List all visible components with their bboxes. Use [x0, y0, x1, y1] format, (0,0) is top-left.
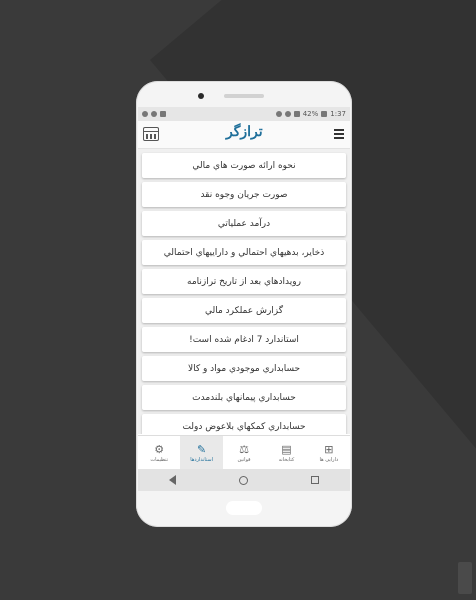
- physical-home-button[interactable]: [226, 501, 262, 515]
- tab-label: قوانین: [237, 457, 251, 463]
- tab-laws[interactable]: ⚖ قوانین: [223, 436, 265, 470]
- gear-icon: ⚙: [154, 442, 165, 456]
- tab-assets[interactable]: ⊞ دارایی ها: [308, 436, 350, 470]
- standards-list: نحوه ارائه صورت هاي مالي صورت جريان وجوه…: [138, 149, 350, 434]
- pen-icon: ✎: [197, 442, 207, 456]
- tab-label: استانداردها: [190, 457, 214, 463]
- list-item[interactable]: صورت جريان وجوه نقد: [142, 182, 346, 207]
- battery-level: 42%: [302, 110, 319, 118]
- back-icon[interactable]: [169, 475, 177, 485]
- shield-icon: [160, 111, 166, 117]
- books-icon: ▤: [281, 442, 292, 456]
- list-item[interactable]: حسابداري پيمانهاي بلندمدت: [142, 385, 346, 410]
- android-nav-bar: [138, 469, 350, 491]
- recent-apps-icon[interactable]: [310, 476, 319, 484]
- tab-settings[interactable]: ⚙ تنظیمات: [138, 436, 180, 470]
- list-item[interactable]: گزارش عملکرد مالي: [142, 298, 346, 323]
- calendar-icon[interactable]: [143, 127, 159, 141]
- list-item[interactable]: استاندارد 7 ادغام شده است!: [142, 327, 346, 352]
- scales-icon: ⚖: [239, 442, 249, 456]
- phone-screen: 42% 1:37 ترازگر نحوه ارائه صورت هاي مالي…: [138, 107, 350, 491]
- status-time: 1:37: [330, 110, 346, 118]
- notification-icon: [142, 111, 148, 117]
- watermark-logo: [458, 562, 472, 594]
- tab-label: تنظیمات: [150, 457, 169, 463]
- tab-standards[interactable]: ✎ استانداردها: [180, 436, 223, 470]
- tab-library[interactable]: ▤ کتابخانه: [265, 436, 307, 470]
- list-item[interactable]: نحوه ارائه صورت هاي مالي: [142, 153, 346, 178]
- sync-icon: [151, 111, 157, 117]
- tab-label: دارایی ها: [319, 457, 339, 463]
- vibrate-icon: [275, 111, 282, 117]
- wifi-icon: [284, 111, 291, 117]
- app-logo: ترازگر: [226, 124, 263, 140]
- earpiece: [224, 94, 264, 98]
- app-bar: ترازگر: [138, 121, 350, 149]
- front-camera: [198, 93, 204, 99]
- list-item[interactable]: درآمد عملياتي: [142, 211, 346, 236]
- list-item[interactable]: حسابداري کمکهاي بلاعوض دولت: [142, 414, 346, 434]
- home-icon[interactable]: [238, 475, 248, 485]
- list-item[interactable]: ذخاير، بدهيهاي احتمالي و داراييهاي احتما…: [142, 240, 346, 265]
- tab-label: کتابخانه: [278, 457, 295, 463]
- signal-icon: [293, 111, 300, 117]
- list-item[interactable]: حسابداري موجودي مواد و کالا: [142, 356, 346, 381]
- hamburger-menu-icon[interactable]: [334, 129, 344, 141]
- battery-icon: [321, 111, 328, 117]
- grid-plus-icon: ⊞: [324, 442, 334, 456]
- status-bar: 42% 1:37: [138, 107, 350, 121]
- bottom-tab-bar: ⚙ تنظیمات ✎ استانداردها ⚖ قوانین ▤ کتابخ…: [138, 435, 350, 470]
- list-item[interactable]: رويدادهاي بعد از تاريخ ترازنامه: [142, 269, 346, 294]
